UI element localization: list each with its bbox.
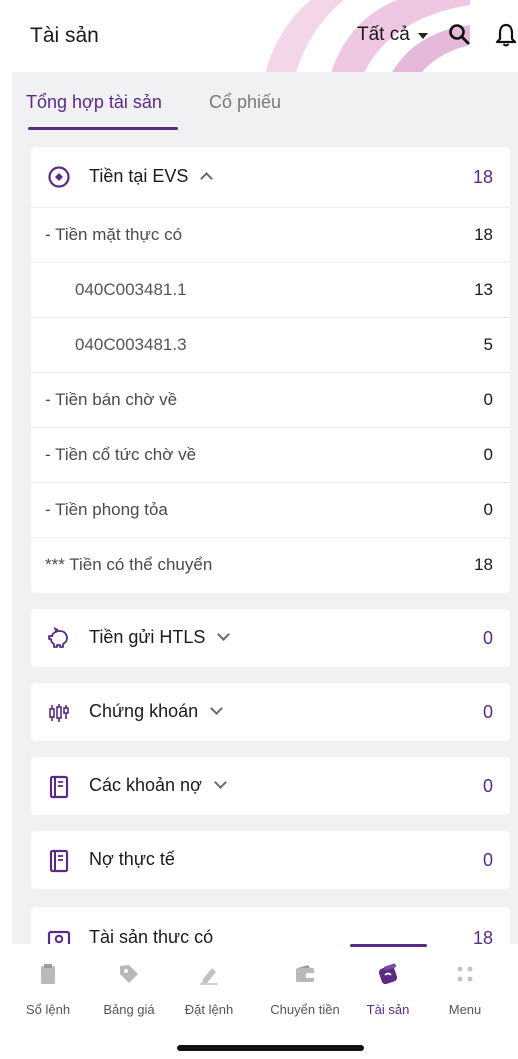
row-label: 040C003481.3	[75, 335, 187, 354]
tab-bar: Tổng hợp tài sản Cổ phiếu	[12, 72, 518, 136]
actual-debt-card-value: 0	[482, 850, 493, 870]
chevron-down-icon[interactable]	[210, 702, 223, 715]
table-row: - Tiền cổ tức chờ về 0	[31, 427, 510, 482]
actual-debt-card[interactable]: Nợ thực tế 0	[31, 831, 510, 889]
candlestick-icon	[49, 704, 69, 722]
app-header: Tài sản Tất cả	[0, 0, 518, 72]
nav-transfer[interactable]: Chuyển tiền	[262, 944, 348, 1034]
deposit-card-value: 0	[482, 628, 493, 648]
debts-card-value: 0	[482, 776, 493, 796]
tab-stocks[interactable]: Cổ phiếu	[209, 92, 281, 113]
nav-label: Chuyển tiền	[270, 1002, 340, 1017]
header-decoration	[265, 0, 470, 72]
filter-dropdown[interactable]: Tất cả	[357, 24, 428, 46]
actual-debt-card-title: Nợ thực tế	[89, 849, 175, 869]
chevron-up-icon[interactable]	[200, 172, 214, 185]
assets-icon	[378, 963, 398, 985]
row-label: - Tiền phong tỏa	[45, 500, 168, 519]
debts-card[interactable]: Các khoản nợ 0	[31, 757, 510, 815]
cash-card-title: Tiền tại EVS	[89, 166, 189, 186]
nav-price-board[interactable]: Bảng giá	[86, 944, 172, 1034]
row-label: - Tiền mặt thực có	[45, 225, 183, 244]
wallet-icon	[296, 965, 314, 982]
row-label: *** Tiền có thể chuyển	[45, 555, 213, 574]
securities-card-title: Chứng khoán	[89, 701, 199, 721]
row-value: 0	[483, 445, 493, 464]
bell-icon[interactable]	[494, 22, 518, 48]
row-value: 18	[474, 555, 493, 574]
ledger-icon	[49, 849, 69, 873]
piggy-bank-icon	[48, 627, 68, 648]
row-value: 5	[483, 335, 493, 354]
row-value: 0	[483, 500, 493, 519]
caret-down-icon	[417, 33, 428, 39]
table-row: 040C003481.1 13	[31, 262, 510, 317]
cash-card: Tiền tại EVS 18 - Tiền mặt thực có 18 04…	[31, 147, 510, 593]
search-icon[interactable]	[447, 22, 471, 46]
cash-card-header[interactable]: Tiền tại EVS 18	[31, 147, 510, 207]
pen-icon	[200, 968, 218, 985]
debts-card-title: Các khoản nợ	[89, 775, 202, 795]
row-label: - Tiền bán chờ về	[45, 390, 178, 409]
clipboard-icon	[41, 964, 55, 984]
securities-card-value: 0	[482, 702, 493, 722]
nav-menu[interactable]: Menu	[422, 944, 508, 1034]
table-row: 040C003481.3 5	[31, 317, 510, 372]
ledger-icon	[49, 775, 69, 799]
nav-assets[interactable]: Tài sản	[345, 944, 431, 1034]
deposit-card-title: Tiền gửi HTLS	[89, 627, 206, 647]
bottom-nav: Sổ lệnh Bảng giá Đặt lệnh Chuyển tiền Tà…	[0, 944, 518, 1059]
row-label: 040C003481.1	[75, 280, 187, 299]
row-value: 0	[483, 390, 493, 409]
chevron-down-icon[interactable]	[217, 628, 231, 641]
nav-label: Sổ lệnh	[25, 1002, 71, 1017]
nav-label: Bảng giá	[103, 1002, 155, 1017]
table-row: - Tiền mặt thực có 18	[31, 207, 510, 262]
tag-icon	[120, 965, 138, 983]
home-indicator[interactable]	[177, 1045, 364, 1051]
nav-label: Đặt lệnh	[184, 1002, 234, 1017]
target-circle-icon	[48, 166, 70, 188]
row-value: 18	[474, 225, 493, 244]
chevron-down-icon[interactable]	[214, 776, 227, 789]
nav-order-book[interactable]: Sổ lệnh	[5, 944, 91, 1034]
dots-icon	[457, 966, 473, 982]
nav-place-order[interactable]: Đặt lệnh	[166, 944, 252, 1034]
table-row: - Tiền phong tỏa 0	[31, 482, 510, 537]
securities-card[interactable]: Chứng khoán 0	[31, 683, 510, 741]
filter-label: Tất cả	[357, 24, 410, 45]
page-title: Tài sản	[30, 24, 99, 47]
row-value: 13	[474, 280, 493, 299]
table-row: *** Tiền có thể chuyển 18	[31, 537, 510, 592]
cash-card-value: 18	[472, 167, 493, 187]
nav-label: Menu	[448, 1002, 482, 1017]
active-tab-indicator	[28, 127, 178, 130]
table-row: - Tiền bán chờ về 0	[31, 372, 510, 427]
row-label: - Tiền cổ tức chờ về	[45, 445, 197, 464]
tab-summary[interactable]: Tổng hợp tài sản	[26, 92, 162, 113]
deposit-card[interactable]: Tiền gửi HTLS 0	[31, 609, 510, 667]
nav-label: Tài sản	[366, 1002, 410, 1017]
